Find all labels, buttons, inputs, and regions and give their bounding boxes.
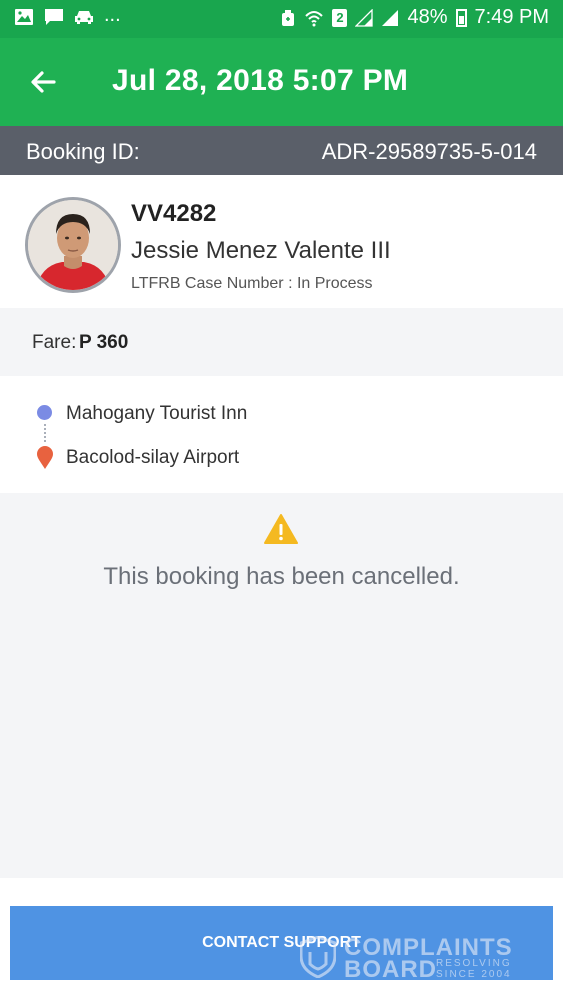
alarm-icon [282,9,295,26]
booking-id-bar: Booking ID: ADR-29589735-5-014 [0,126,563,175]
signal-icon-1 [355,8,374,27]
driver-card: VV4282 Jessie Menez Valente III LTFRB Ca… [0,175,563,308]
route-section: Mahogany Tourist Inn Bacolod-silay Airpo… [0,376,563,493]
route-connector [44,424,46,442]
page-title: Jul 28, 2018 5:07 PM [112,64,409,97]
dropoff-location: Bacolod-silay Airport [66,447,240,468]
location-pin-icon [37,446,53,469]
message-icon [45,9,63,25]
fare-value: P 360 [79,332,129,353]
clock: 7:49 PM [474,6,549,28]
ltfrb-case-number: LTFRB Case Number : In Process [131,275,373,292]
warning-triangle-icon [264,514,298,544]
booking-id-label: Booking ID: [26,139,140,164]
sim-slot-badge: 2 [332,8,348,27]
cancelled-message: This booking has been cancelled. [103,563,460,590]
gallery-icon [15,9,33,25]
pickup-dot-icon [37,405,52,420]
fare-row: Fare: P 360 [0,308,563,376]
fare-label: Fare: [32,332,77,353]
status-bar: ... 2 48% 7:49 PM [0,0,563,38]
cancelled-notice: This booking has been cancelled. [0,493,563,878]
contact-support-button[interactable]: CONTACT SUPPORT [10,906,553,980]
pickup-location: Mahogany Tourist Inn [66,403,248,424]
footer: CONTACT SUPPORT [0,878,563,1000]
app-header: Jul 28, 2018 5:07 PM [0,38,563,126]
wifi-icon [305,10,324,26]
battery-percent: 48% [407,6,448,28]
driver-avatar [25,197,121,293]
more-notifications: ... [104,4,121,26]
notification-icons: ... [14,4,121,26]
arrow-left-icon[interactable] [28,66,60,98]
booking-id-value: ADR-29589735-5-014 [321,139,537,164]
driver-name: Jessie Menez Valente III [131,237,391,264]
vehicle-plate: VV4282 [131,200,217,227]
battery-icon [455,8,467,27]
signal-icon-2 [382,9,399,26]
car-icon [75,11,93,24]
system-status: 2 48% 7:49 PM [280,6,549,29]
